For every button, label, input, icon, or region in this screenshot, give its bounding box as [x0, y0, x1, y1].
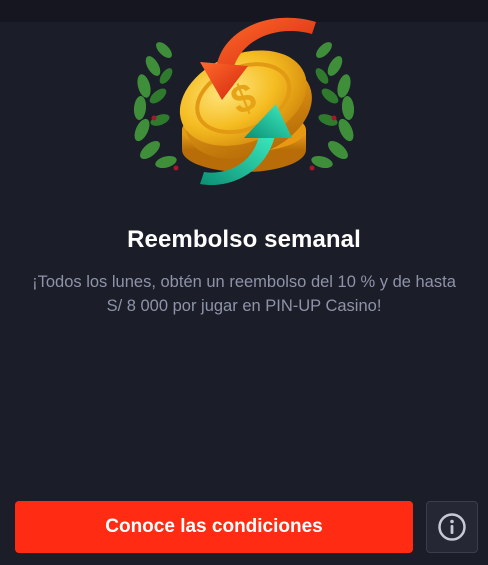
- info-circle-icon: [438, 513, 466, 541]
- info-button[interactable]: [426, 501, 478, 553]
- conditions-button[interactable]: Conoce las condiciones: [15, 501, 413, 553]
- promo-title: Reembolso semanal: [127, 226, 361, 253]
- cashback-coin-icon: $: [120, 0, 368, 210]
- cashback-promo-card: $ Reembolso semanal ¡Todos los lunes, ob…: [0, 0, 488, 565]
- promo-description: ¡Todos los lunes, obtén un reembolso del…: [32, 273, 456, 315]
